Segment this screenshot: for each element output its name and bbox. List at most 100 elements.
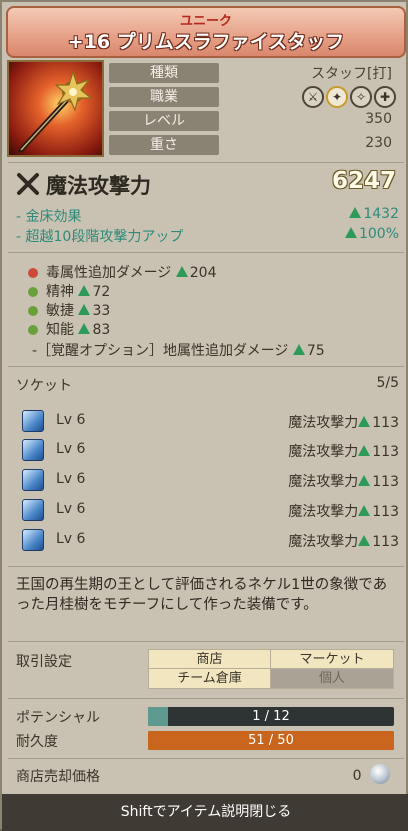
socket-row: Lv 6 魔法攻撃力 113 [22, 410, 399, 436]
weight-label: 重さ [109, 135, 219, 155]
up-arrow-icon [349, 207, 362, 218]
sell-label: 商店売却価格 [16, 769, 100, 785]
green-dot-icon [28, 325, 38, 335]
socket-level: Lv 6 [56, 441, 86, 457]
cross-class-icon: ✚ [374, 86, 396, 108]
divider [8, 758, 404, 759]
gem-icon [22, 410, 44, 432]
type-label: 種類 [109, 63, 219, 83]
divider [8, 252, 404, 253]
sell-price: 0 [353, 764, 390, 784]
type-value: スタッフ[打] [311, 66, 392, 82]
potential-label: ポテンシャル [16, 710, 100, 726]
trade-market: マーケット [271, 650, 393, 669]
socket-value: 113 [372, 474, 399, 490]
crossed-swords-icon [17, 173, 39, 195]
socket-stat: 魔法攻撃力 [288, 444, 359, 460]
potential-fill [148, 707, 169, 726]
socket-stat-wrap: 魔法攻撃力 113 [288, 441, 399, 461]
up-arrow-icon [78, 304, 91, 315]
awakening-value: 75 [306, 343, 325, 359]
gem-icon [22, 529, 44, 551]
gem-icon [22, 439, 44, 461]
socket-title: ソケット [16, 378, 72, 394]
item-icon [7, 60, 104, 157]
awakening-label: -［覚醒オプション］地属性追加ダメージ [32, 343, 289, 359]
divider [8, 162, 404, 163]
trade-grid: 商店 マーケット チーム倉庫 個人 [148, 649, 394, 689]
socket-value: 113 [372, 415, 399, 431]
main-stat-label: 魔法攻撃力 [46, 174, 151, 198]
item-tooltip: ユニーク +16 プリムスラファイスタッフ 種類 スタッフ[打] 職業 ⚔ ✦ … [0, 0, 408, 831]
durability-bar: 51 / 50 [148, 731, 394, 750]
potential-value: 1 / 12 [252, 709, 290, 724]
socket-row: Lv 6 魔法攻撃力 113 [22, 469, 399, 495]
item-name: +16 プリムスラファイスタッフ [67, 31, 345, 53]
up-arrow-icon [78, 285, 91, 296]
substat-row: 毒属性追加ダメージ 204 [28, 262, 217, 282]
socket-stat-wrap: 魔法攻撃力 113 [288, 471, 399, 491]
trade-shop: 商店 [149, 650, 271, 669]
substat-label: 毒属性追加ダメージ [46, 265, 172, 281]
staff-icon [18, 70, 93, 153]
divider [8, 641, 404, 642]
level-value: 350 [365, 111, 392, 127]
socket-stat: 魔法攻撃力 [288, 504, 359, 520]
up-arrow-icon [358, 445, 371, 456]
substat-value: 83 [92, 322, 111, 338]
socket-value: 113 [372, 504, 399, 520]
substat-value: 204 [189, 265, 217, 281]
socket-stat: 魔法攻撃力 [288, 474, 359, 490]
socket-row: Lv 6 魔法攻撃力 113 [22, 439, 399, 465]
socket-level: Lv 6 [56, 471, 86, 487]
potential-bar: 1 / 12 [148, 707, 394, 726]
socket-stat-wrap: 魔法攻撃力 113 [288, 412, 399, 432]
up-arrow-icon [358, 505, 371, 516]
substat-row: 知能 83 [28, 319, 110, 339]
up-arrow-icon [358, 475, 371, 486]
bonus-row: - 超越10段階攻撃力アップ 100% [16, 226, 399, 246]
substat-label: 知能 [46, 322, 74, 338]
socket-level: Lv 6 [56, 412, 86, 428]
green-dot-icon [28, 287, 38, 297]
divider [8, 366, 404, 367]
item-description: 王国の再生期の王として評価されるネケル1世の象徴であった月桂樹をモチーフにして作… [16, 577, 388, 613]
socket-stat: 魔法攻撃力 [288, 415, 359, 431]
socket-stat-wrap: 魔法攻撃力 113 [288, 531, 399, 551]
footer-hint: Shiftでアイテム説明閉じる [2, 794, 408, 831]
trade-personal: 個人 [271, 669, 393, 688]
main-stat-row: 魔法攻撃力 6247 [16, 168, 396, 198]
substat-value: 72 [92, 284, 111, 300]
up-arrow-icon [358, 535, 371, 546]
class-label: 職業 [109, 87, 219, 107]
up-arrow-icon [175, 266, 188, 277]
gem-icon [22, 469, 44, 491]
bonus-label: - 金床効果 [16, 209, 82, 225]
gem-icon [22, 499, 44, 521]
main-stat-value: 6247 [331, 168, 396, 194]
socket-header: ソケット 5/5 [16, 375, 399, 395]
substat-value: 33 [92, 303, 111, 319]
socket-row: Lv 6 魔法攻撃力 113 [22, 499, 399, 525]
sell-value: 0 [352, 768, 362, 784]
weight-value: 230 [365, 135, 392, 151]
socket-row: Lv 6 魔法攻撃力 113 [22, 529, 399, 555]
substat-label: 精神 [46, 284, 74, 300]
substat-row: 敏捷 33 [28, 300, 110, 320]
bonus-value: 1432 [363, 206, 399, 222]
bonus-value-wrap: 100% [344, 226, 399, 242]
bonus-value: 100% [358, 226, 399, 242]
socket-count: 5/5 [376, 375, 399, 391]
durability-label: 耐久度 [16, 734, 58, 750]
class-icons: ⚔ ✦ ✧ ✚ [302, 86, 396, 108]
bonus-value-wrap: 1432 [349, 206, 399, 222]
up-arrow-icon [78, 323, 91, 334]
socket-stat: 魔法攻撃力 [288, 534, 359, 550]
level-label: レベル [109, 111, 219, 131]
awakening-row: -［覚醒オプション］地属性追加ダメージ 75 [32, 340, 325, 360]
item-title-bar: ユニーク +16 プリムスラファイスタッフ [6, 6, 406, 58]
up-arrow-icon [292, 344, 305, 355]
silver-coin-icon [370, 764, 390, 784]
trade-storage: チーム倉庫 [149, 669, 271, 688]
bonus-row: - 金床効果 1432 [16, 206, 399, 226]
